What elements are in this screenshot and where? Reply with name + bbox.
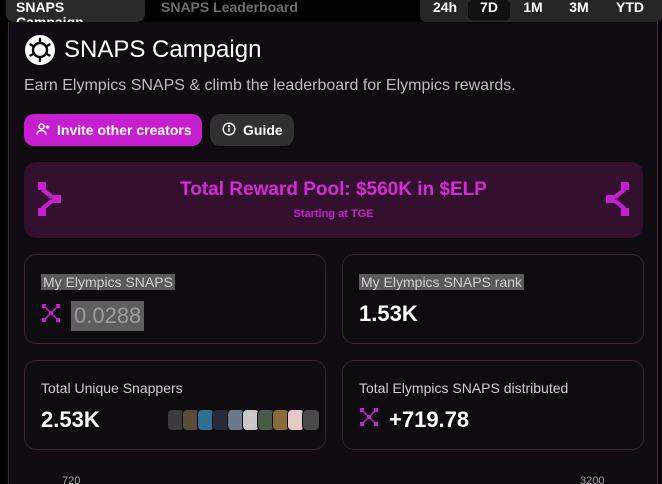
my-rank-label: My Elympics SNAPS rank: [359, 274, 525, 290]
snaps-distributed-value: +719.78: [359, 407, 469, 433]
range-24h[interactable]: 24h: [422, 0, 468, 20]
unique-snappers-card: Total Unique Snappers 2.53K: [24, 360, 326, 450]
reward-pool-banner: Total Reward Pool: $560K in $ELP Startin…: [24, 162, 643, 238]
avatar: [302, 409, 320, 431]
add-user-icon: [36, 122, 57, 139]
elympics-logo-icon: [24, 34, 56, 66]
invite-creators-label: Invite other creators: [57, 122, 192, 138]
tab-snaps-leaderboard[interactable]: SNAPS Leaderboard: [151, 0, 311, 22]
guide-button[interactable]: Guide: [210, 114, 294, 146]
tab-snaps-campaign[interactable]: SNAPS Campaign: [6, 0, 145, 30]
my-snaps-card: My Elympics SNAPS 0.0288: [24, 254, 326, 344]
reward-pool-title: Total Reward Pool: $560K in $ELP: [180, 179, 487, 200]
my-snaps-label: My Elympics SNAPS: [41, 274, 175, 290]
snapper-avatars: [167, 409, 320, 431]
my-rank-card: My Elympics SNAPS rank 1.53K: [342, 254, 644, 344]
info-icon: [222, 121, 243, 139]
page-title: SNAPS Campaign: [64, 36, 262, 63]
range-7d[interactable]: 7D: [468, 0, 510, 20]
snaps-icon: [41, 303, 61, 329]
range-1m[interactable]: 1M: [510, 0, 556, 20]
snaps-icon: [359, 407, 379, 433]
range-ytd[interactable]: YTD: [602, 0, 658, 20]
my-rank-value: 1.53K: [359, 301, 418, 326]
reward-pool-subtitle: Starting at TGE: [293, 208, 374, 220]
guide-label: Guide: [243, 122, 283, 138]
time-range-selector: 24h 7D 1M 3M YTD: [420, 0, 662, 22]
my-snaps-value: 0.0288: [41, 301, 145, 331]
snaps-distributed-label: Total Elympics SNAPS distributed: [359, 380, 569, 396]
page-subtitle: Earn Elympics SNAPS & climb the leaderbo…: [24, 77, 516, 94]
top-bar: SNAPS Campaign SNAPS Leaderboard 24h 7D …: [0, 0, 662, 30]
unique-snappers-value: 2.53K: [41, 407, 100, 432]
page-header: SNAPS Campaign: [24, 34, 261, 66]
range-3m[interactable]: 3M: [556, 0, 602, 20]
unique-snappers-label: Total Unique Snappers: [41, 380, 183, 396]
share-nodes-icon: [605, 182, 629, 221]
invite-creators-button[interactable]: Invite other creators: [24, 114, 202, 146]
chart-axis-right-label: 3200: [580, 475, 605, 484]
snaps-distributed-card: Total Elympics SNAPS distributed +719.78: [342, 360, 644, 450]
chart-axis-left-label: 720: [62, 475, 81, 484]
